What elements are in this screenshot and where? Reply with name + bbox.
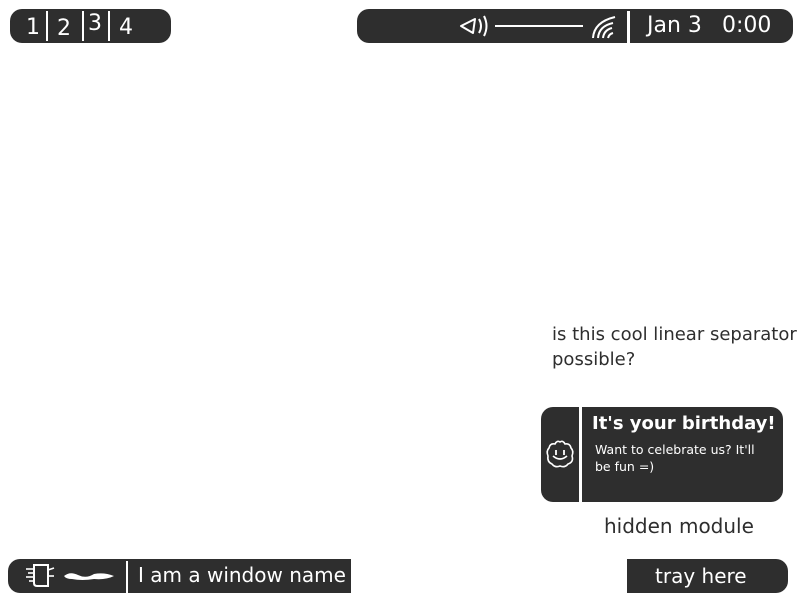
workspace-switcher: 1 2 3 4 <box>10 9 171 43</box>
workspace-divider <box>82 11 84 41</box>
speaker-icon[interactable] <box>457 14 493 38</box>
workspace-3-button[interactable]: 3 <box>78 9 112 43</box>
workspace-2-button[interactable]: 2 <box>44 9 78 43</box>
workspace-2-label: 2 <box>57 16 71 41</box>
clock-date[interactable]: Jan 3 <box>647 13 702 38</box>
scribble-icon <box>64 573 114 580</box>
taskbar-divider <box>126 561 128 593</box>
workspace-1-label: 1 <box>26 15 40 40</box>
clock-time[interactable]: 0:00 <box>722 13 771 38</box>
smiley-icon <box>546 440 574 468</box>
tray-label: tray here <box>655 564 747 588</box>
system-tray[interactable]: tray here <box>627 559 788 593</box>
workspace-1-button[interactable]: 1 <box>10 9 44 43</box>
workspace-4-button[interactable]: 4 <box>108 9 146 43</box>
status-divider <box>627 11 630 43</box>
workspace-3-label: 3 <box>88 11 102 36</box>
window-name: I am a window name <box>138 563 346 587</box>
workspace-divider <box>108 11 110 41</box>
notification-body: Want to celebrate us? It'll be fun =) <box>595 442 755 474</box>
app-icon <box>26 564 55 587</box>
workspace-divider <box>46 11 48 41</box>
separator-note: is this cool linear separator possible? <box>552 324 797 370</box>
notification-divider <box>579 407 582 502</box>
workspace-4-label: 4 <box>119 15 133 40</box>
notification-popup[interactable]: It's your birthday! Want to celebrate us… <box>541 407 783 502</box>
taskbar-window-item[interactable]: I am a window name <box>8 559 351 593</box>
notification-title: It's your birthday! <box>592 413 776 434</box>
status-bar: Jan 3 0:00 <box>357 9 793 43</box>
wifi-icon[interactable] <box>589 14 623 40</box>
hidden-module-label: hidden module <box>604 514 754 538</box>
volume-slider[interactable] <box>493 16 585 36</box>
